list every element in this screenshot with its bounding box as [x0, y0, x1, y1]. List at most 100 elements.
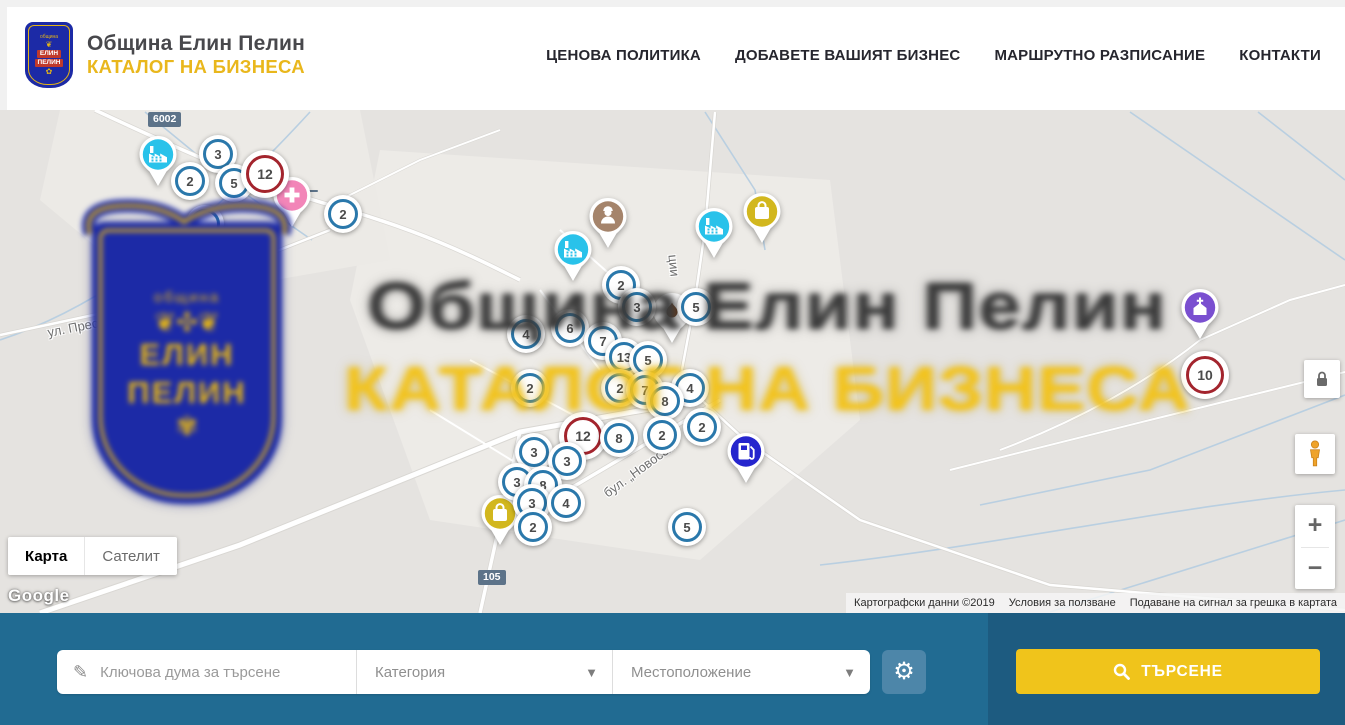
gear-icon: ⚙	[893, 660, 915, 684]
crest-name-line1: ЕЛИН	[37, 50, 61, 58]
chevron-down-icon: ▼	[843, 665, 856, 680]
fuel-icon	[726, 432, 766, 484]
cluster-marker[interactable]: 2	[324, 195, 362, 233]
cluster-marker[interactable]: 3	[618, 288, 656, 326]
category-select[interactable]: Категория ▼	[356, 650, 612, 694]
main-nav: ЦЕНОВА ПОЛИТИКА ДОБАВЕТЕ ВАШИЯТ БИЗНЕС М…	[546, 47, 1321, 64]
church-pin[interactable]	[1180, 288, 1220, 340]
factory-pin[interactable]	[553, 230, 593, 282]
pegman-icon	[1304, 440, 1326, 468]
shopping-bag-icon	[742, 192, 782, 244]
cluster-count: 2	[186, 174, 193, 189]
category-value: Категория	[375, 664, 445, 681]
cluster-marker[interactable]: 4	[507, 315, 545, 353]
cluster-count: 3	[530, 445, 537, 460]
keyword-input[interactable]	[98, 663, 344, 682]
search-button-label: ТЪРСЕНЕ	[1141, 663, 1223, 681]
cluster-count: 5	[692, 300, 699, 315]
cluster-marker[interactable]: 2	[683, 408, 721, 446]
cluster-marker[interactable]: 5	[668, 508, 706, 546]
nav-item-route-schedule[interactable]: МАРШРУТНО РАЗПИСАНИЕ	[994, 47, 1205, 64]
nav-item-pricing[interactable]: ЦЕНОВА ПОЛИТИКА	[546, 47, 701, 64]
cluster-count: 2	[617, 278, 624, 293]
road-shield: 6002	[148, 112, 181, 127]
search-icon	[1113, 663, 1130, 680]
location-select[interactable]: Местоположение ▼	[612, 650, 870, 694]
cluster-count: 5	[230, 176, 237, 191]
street-label: ции	[665, 254, 682, 277]
page-edge-left	[0, 0, 7, 110]
shopping-bag-pin[interactable]	[742, 192, 782, 244]
cluster-count: 8	[661, 394, 668, 409]
lock-icon	[1312, 369, 1332, 389]
cluster-count: 2	[526, 381, 533, 396]
cluster-marker[interactable]: 8	[646, 382, 684, 420]
worker-icon	[588, 197, 628, 249]
header: община ❦ ЕЛИН ПЕЛИН ✿ Община Елин Пелин …	[0, 0, 1345, 110]
google-logo[interactable]: Google	[8, 586, 70, 606]
keyword-field[interactable]: ✎	[57, 650, 356, 694]
cluster-count: 5	[683, 520, 690, 535]
map-canvas[interactable]: 6002105ул. Преславбул. „Новоселции	[0, 110, 1345, 613]
cluster-count: 4	[686, 381, 693, 396]
cluster-marker[interactable]: 5	[677, 288, 715, 326]
crest-ornament: ❦	[46, 41, 53, 49]
cluster-count: 12	[257, 166, 273, 182]
cluster-count: 3	[563, 454, 570, 469]
lock-button[interactable]	[1304, 360, 1340, 398]
brand-logo-link[interactable]: община ❦ ЕЛИН ПЕЛИН ✿ Община Елин Пелин …	[25, 22, 305, 88]
terms-of-use-link[interactable]: Условия за ползване	[1009, 597, 1116, 609]
site-title: Община Елин Пелин	[87, 32, 305, 56]
crest-ornament-bottom: ✿	[46, 68, 53, 76]
fuel-pin[interactable]	[726, 432, 766, 484]
search-fields: ✎ Категория ▼ Местоположение ▼	[57, 650, 870, 694]
worker-pin[interactable]	[588, 197, 628, 249]
search-button[interactable]: ТЪРСЕНЕ	[1016, 649, 1320, 694]
cluster-marker[interactable]: 12	[241, 150, 289, 198]
page-edge-top	[0, 0, 1345, 7]
nav-item-add-business[interactable]: ДОБАВЕТЕ ВАШИЯТ БИЗНЕС	[735, 47, 960, 64]
cluster-count: 2	[529, 520, 536, 535]
cluster-marker[interactable]: 2	[514, 508, 552, 546]
road-shield: 105	[478, 570, 506, 585]
cluster-count: 10	[1197, 367, 1213, 383]
nav-item-contacts[interactable]: КОНТАКТИ	[1239, 47, 1321, 64]
street-view-pegman-button[interactable]	[1295, 434, 1335, 474]
cluster-count: 2	[339, 207, 346, 222]
cluster-count: 8	[615, 431, 622, 446]
cluster-count: 5	[644, 353, 651, 368]
cluster-count: 2	[616, 381, 623, 396]
cluster-count: 2	[698, 420, 705, 435]
municipality-crest-icon: община ❦ ЕЛИН ПЕЛИН ✿	[25, 22, 73, 88]
site-subtitle: КАТАЛОГ НА БИЗНЕСА	[87, 56, 305, 77]
search-bar: ✎ Категория ▼ Местоположение ▼ ⚙ ТЪРСЕНЕ	[0, 613, 1345, 725]
map-attribution: Картографски данни ©2019 Условия за полз…	[846, 593, 1345, 613]
cluster-marker[interactable]	[186, 205, 224, 243]
cluster-marker[interactable]: 2	[511, 369, 549, 407]
report-map-error-link[interactable]: Подаване на сигнал за грешка в картата	[1130, 597, 1337, 609]
cluster-count: 7	[599, 334, 606, 349]
cluster-count: 4	[562, 496, 569, 511]
map-type-satellite-button[interactable]: Сателит	[84, 537, 177, 575]
cluster-marker[interactable]: 4	[547, 484, 585, 522]
map-type-control: Карта Сателит	[8, 537, 177, 575]
map-type-map-button[interactable]: Карта	[8, 537, 84, 575]
advanced-settings-button[interactable]: ⚙	[882, 650, 926, 694]
cluster-marker[interactable]: 8	[600, 419, 638, 457]
zoom-in-button[interactable]: +	[1295, 505, 1335, 547]
zoom-out-button[interactable]: −	[1295, 548, 1335, 590]
cluster-count: 3	[214, 147, 221, 162]
cluster-marker[interactable]: 2	[643, 416, 681, 454]
cluster-marker[interactable]: 2	[171, 162, 209, 200]
chevron-down-icon: ▼	[585, 665, 598, 680]
cluster-count: 12	[575, 428, 591, 444]
church-icon	[1180, 288, 1220, 340]
map-data-copyright: Картографски данни ©2019	[854, 597, 995, 609]
factory-icon	[553, 230, 593, 282]
cluster-count: 3	[633, 300, 640, 315]
factory-pin[interactable]	[694, 207, 734, 259]
location-value: Местоположение	[631, 664, 751, 681]
crest-name-line2: ПЕЛИН	[35, 59, 64, 67]
cluster-marker[interactable]: 10	[1181, 351, 1229, 399]
page: община ❦ ЕЛИН ПЕЛИН ✿ Община Елин Пелин …	[0, 0, 1345, 725]
